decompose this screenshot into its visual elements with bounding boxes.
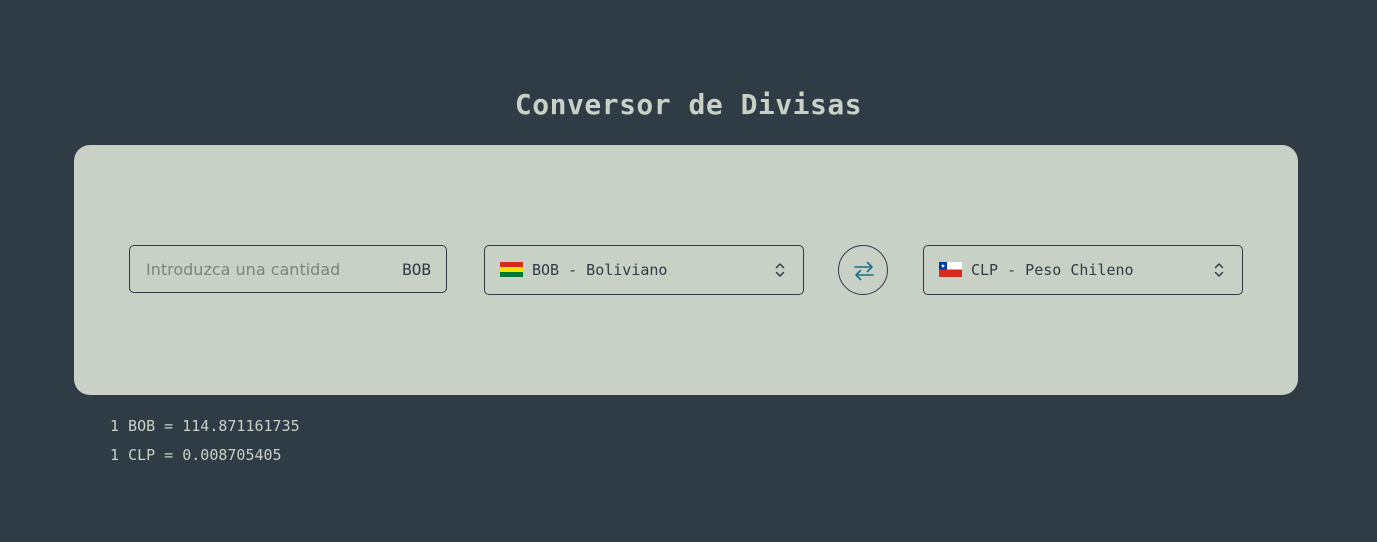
chile-flag-icon xyxy=(939,262,962,277)
chevron-up-down-icon xyxy=(1214,263,1224,277)
amount-field[interactable]: BOB xyxy=(129,245,447,293)
rate-to-from: 1 CLP = 0.008705405 xyxy=(110,446,282,464)
amount-input[interactable] xyxy=(146,246,386,292)
from-currency-label: BOB - Boliviano xyxy=(532,261,668,279)
amount-currency-code: BOB xyxy=(402,260,431,279)
to-currency-label: CLP - Peso Chileno xyxy=(971,261,1134,279)
chevron-up-down-icon xyxy=(775,263,785,277)
swap-currencies-button[interactable] xyxy=(838,245,888,295)
exchange-rates: 1 BOB = 114.871161735 1 CLP = 0.00870540… xyxy=(110,412,300,470)
page-title: Conversor de Divisas xyxy=(514,88,863,121)
converter-card: BOB BOB - Boliviano xyxy=(74,145,1298,395)
to-currency-select[interactable]: CLP - Peso Chileno xyxy=(923,245,1243,295)
rate-from-to: 1 BOB = 114.871161735 xyxy=(110,417,300,435)
swap-arrows-icon xyxy=(854,261,874,281)
from-currency-select[interactable]: BOB - Boliviano xyxy=(484,245,804,295)
bolivia-flag-icon xyxy=(500,262,523,277)
